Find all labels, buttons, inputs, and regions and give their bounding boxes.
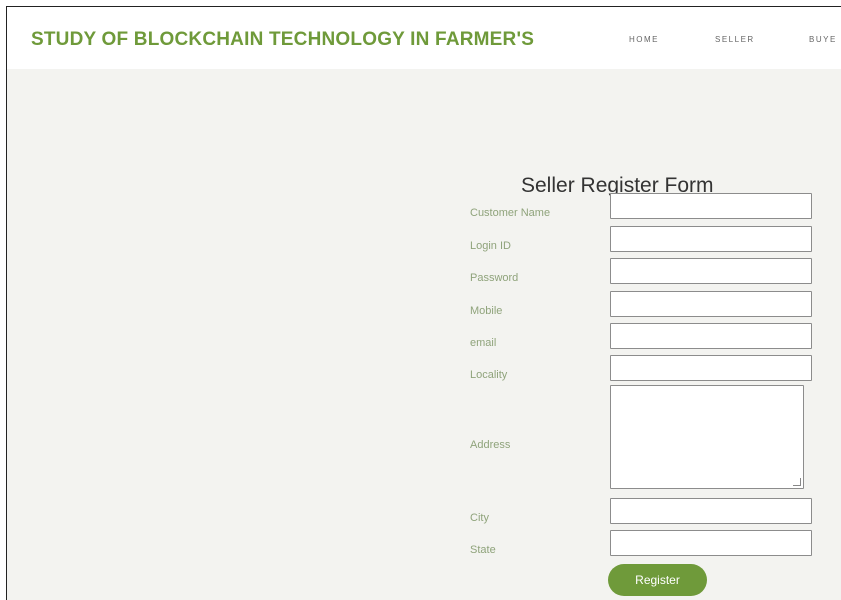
- address-label: Address: [470, 439, 511, 451]
- login-id-label: Login ID: [470, 240, 511, 252]
- top-navbar: STUDY OF BLOCKCHAIN TECHNOLOGY IN FARMER…: [7, 7, 841, 69]
- email-input[interactable]: [610, 323, 812, 349]
- mobile-input[interactable]: [610, 291, 812, 317]
- locality-input[interactable]: [610, 355, 812, 381]
- login-id-input[interactable]: [610, 226, 812, 252]
- password-input[interactable]: [610, 258, 812, 284]
- customer-name-label: Customer Name: [470, 207, 551, 219]
- nav-buyer[interactable]: BUYE: [809, 33, 837, 47]
- nav-seller[interactable]: SELLER: [715, 33, 755, 47]
- city-label: City: [470, 512, 489, 524]
- state-input[interactable]: [610, 530, 812, 556]
- password-label: Password: [470, 272, 519, 284]
- page-frame: STUDY OF BLOCKCHAIN TECHNOLOGY IN FARMER…: [6, 6, 841, 600]
- mobile-label: Mobile: [470, 305, 503, 317]
- register-button[interactable]: Register: [608, 564, 707, 596]
- site-title[interactable]: STUDY OF BLOCKCHAIN TECHNOLOGY IN FARMER…: [31, 29, 534, 51]
- locality-label: Locality: [470, 369, 508, 381]
- customer-name-input[interactable]: [610, 193, 812, 219]
- email-label: email: [470, 337, 497, 349]
- state-label: State: [470, 544, 496, 556]
- resize-handle-icon[interactable]: [793, 478, 801, 486]
- city-input[interactable]: [610, 498, 812, 524]
- nav-home[interactable]: HOME: [629, 33, 659, 47]
- address-textarea[interactable]: [610, 385, 804, 489]
